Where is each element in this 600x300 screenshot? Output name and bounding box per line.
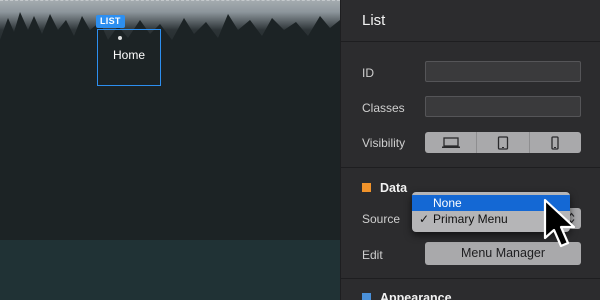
checkmark-icon: ✓: [419, 212, 430, 226]
id-label: ID: [362, 66, 374, 80]
visibility-desktop-button[interactable]: [425, 132, 476, 153]
list-element-tag[interactable]: LIST: [96, 15, 125, 28]
panel-title: List: [362, 12, 386, 29]
inspector-panel: List ID Classes Visibility Data Source E…: [340, 0, 600, 300]
appearance-section-title[interactable]: Appearance: [380, 291, 452, 300]
visibility-phone-button[interactable]: [528, 132, 581, 153]
forest-background: [0, 12, 340, 300]
dropdown-option-label: None: [433, 196, 462, 210]
visibility-label: Visibility: [362, 136, 406, 150]
list-item-home[interactable]: Home: [97, 48, 161, 62]
visibility-tablet-button[interactable]: [476, 132, 528, 153]
list-bullet: [118, 36, 122, 40]
classes-label: Classes: [362, 101, 405, 115]
dropdown-option-label: Primary Menu: [433, 212, 508, 226]
section-divider: [341, 278, 600, 279]
page-canvas[interactable]: LIST Home: [0, 0, 340, 300]
panel-header: List: [341, 0, 600, 42]
visibility-toggle-group: [425, 132, 581, 153]
data-section-title[interactable]: Data: [380, 181, 407, 195]
mouse-pointer-icon: [543, 198, 576, 248]
classes-input[interactable]: [425, 96, 581, 117]
section-divider: [341, 167, 600, 168]
id-input[interactable]: [425, 61, 581, 82]
desktop-icon: [441, 136, 460, 148]
source-label: Source: [362, 212, 401, 226]
data-section-marker: [362, 183, 371, 192]
tablet-icon: [497, 135, 509, 150]
appearance-section-marker: [362, 293, 371, 300]
phone-icon: [551, 135, 559, 150]
edit-label: Edit: [362, 248, 383, 262]
